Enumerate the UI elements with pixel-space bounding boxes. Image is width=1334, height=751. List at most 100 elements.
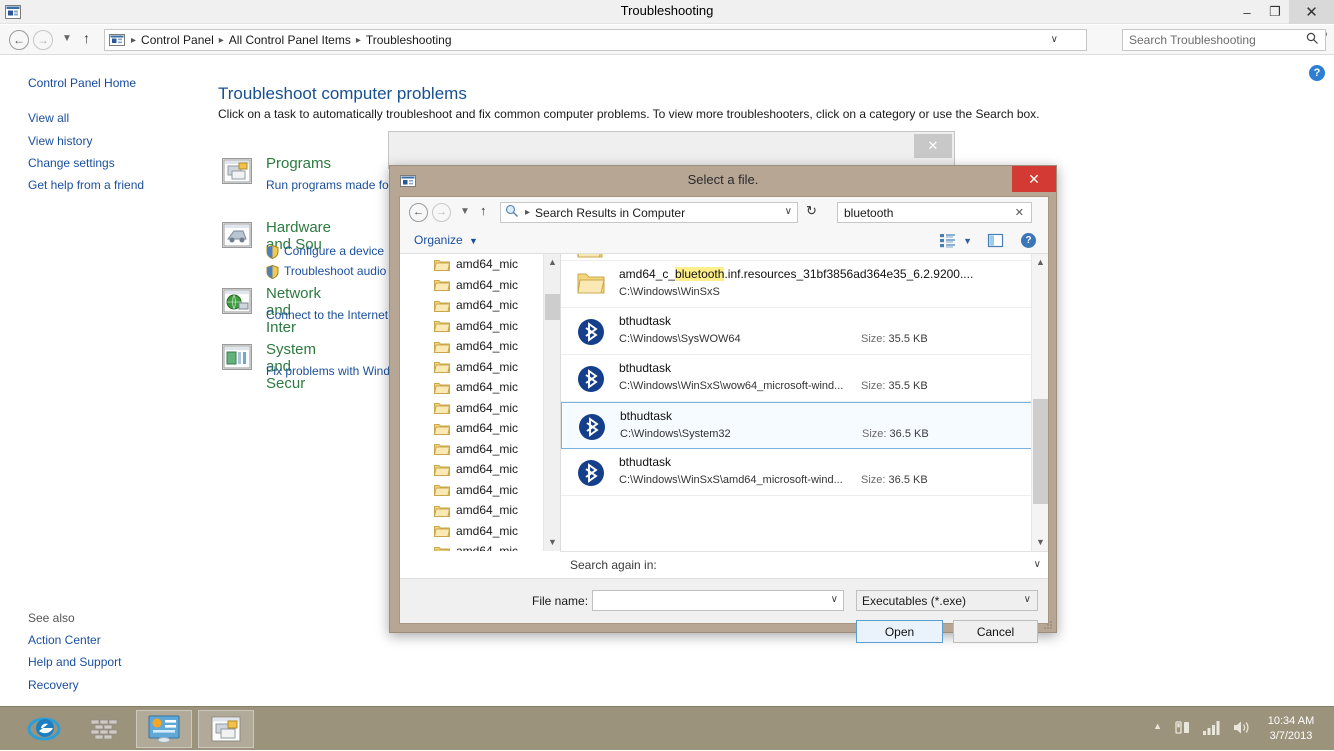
- scrollbar-thumb[interactable]: [545, 294, 560, 320]
- dialog-up-button[interactable]: ↑: [480, 203, 487, 218]
- tree-item[interactable]: amd64_mic: [400, 377, 560, 398]
- cancel-button[interactable]: Cancel: [953, 620, 1038, 643]
- maximize-button[interactable]: ❐: [1261, 0, 1289, 24]
- network-icon[interactable]: [1175, 720, 1191, 738]
- tree-item[interactable]: amd64_mic: [400, 254, 560, 275]
- close-button[interactable]: ✕: [1289, 0, 1334, 24]
- system-security-icon: [222, 344, 252, 370]
- taskbar-item-control-panel[interactable]: [136, 710, 192, 748]
- minimize-button[interactable]: –: [1233, 0, 1261, 24]
- folder-icon: [433, 278, 451, 292]
- tree-item[interactable]: amd64_mic: [400, 439, 560, 460]
- tree-item[interactable]: amd64_mic: [400, 357, 560, 378]
- chevron-down-icon[interactable]: ∨: [785, 206, 792, 217]
- filename-input[interactable]: ∨: [592, 590, 844, 611]
- bluetooth-icon: [578, 413, 606, 441]
- dialog-back-button[interactable]: ←: [409, 203, 428, 222]
- up-button[interactable]: ↑: [83, 30, 90, 46]
- tree-item[interactable]: amd64_mic: [400, 418, 560, 439]
- tree-item[interactable]: amd64_mic: [400, 316, 560, 337]
- background-dialog-close-button[interactable]: ✕: [914, 134, 952, 158]
- address-bar[interactable]: ▸ Control Panel ▸ All Control Panel Item…: [104, 29, 1087, 51]
- dialog-navigation-tree[interactable]: amd64_mic amd64_mic amd64_mic amd64_mic …: [400, 254, 560, 551]
- list-item[interactable]: bthudtask C:\Windows\WinSxS\wow64_micros…: [561, 355, 1048, 402]
- chevron-down-icon[interactable]: ∨: [831, 594, 838, 605]
- list-item-selected[interactable]: bthudtask C:\Windows\System32 Size: 36.5…: [561, 402, 1048, 449]
- dialog-location-label[interactable]: Search Results in Computer: [533, 206, 687, 220]
- preview-pane-icon[interactable]: [987, 232, 1004, 252]
- dialog-help-icon[interactable]: ?: [1021, 233, 1036, 248]
- nav-get-help-from-friend[interactable]: Get help from a friend: [28, 178, 144, 192]
- tree-item[interactable]: amd64_mic: [400, 295, 560, 316]
- list-item[interactable]: C:\Windows\WinSxS: [561, 254, 1048, 261]
- list-item[interactable]: amd64_c_bluetooth.inf.resources_31bf3856…: [561, 261, 1048, 308]
- tree-item[interactable]: amd64_mic: [400, 336, 560, 357]
- volume-icon[interactable]: [1233, 720, 1250, 738]
- tree-item[interactable]: amd64_mic: [400, 500, 560, 521]
- nav-view-all[interactable]: View all: [28, 111, 69, 125]
- nav-action-center[interactable]: Action Center: [28, 633, 101, 647]
- filetype-select[interactable]: Executables (*.exe) ∨: [856, 590, 1038, 611]
- list-item[interactable]: bthudtask C:\Windows\SysWOW64 Size: 35.5…: [561, 308, 1048, 355]
- back-button[interactable]: ←: [9, 30, 29, 50]
- chevron-down-icon[interactable]: ∨: [1051, 34, 1058, 45]
- nav-view-history[interactable]: View history: [28, 134, 92, 148]
- organize-button[interactable]: Organize ▼: [414, 233, 478, 247]
- tree-item[interactable]: amd64_mic: [400, 275, 560, 296]
- resize-grip[interactable]: [1043, 620, 1053, 630]
- scrollbar-thumb[interactable]: [1033, 399, 1048, 504]
- nav-help-and-support[interactable]: Help and Support: [28, 655, 121, 669]
- nav-control-panel-home[interactable]: Control Panel Home: [28, 76, 136, 90]
- tree-item[interactable]: amd64_mic: [400, 459, 560, 480]
- task-configure-a-device[interactable]: Configure a device: [266, 244, 384, 260]
- tree-item[interactable]: amd64_mic: [400, 398, 560, 419]
- search-input[interactable]: Search Troubleshooting: [1122, 29, 1326, 51]
- clock[interactable]: 10:34 AM 3/7/2013: [1258, 714, 1324, 744]
- forward-button[interactable]: →: [33, 30, 53, 50]
- dialog-refresh-icon[interactable]: ↻: [806, 203, 817, 219]
- open-button[interactable]: Open: [856, 620, 943, 643]
- breadcrumb-item-troubleshooting[interactable]: Troubleshooting: [364, 33, 454, 47]
- scroll-down-icon[interactable]: ▼: [544, 534, 561, 551]
- breadcrumb-item-control-panel[interactable]: Control Panel: [139, 33, 216, 47]
- tree-item[interactable]: amd64_mic: [400, 541, 560, 551]
- category-subtitle[interactable]: Run programs made fo: [266, 178, 389, 192]
- scroll-up-icon[interactable]: ▲: [1032, 254, 1049, 271]
- taskbar-item-internet-explorer[interactable]: [16, 710, 72, 748]
- category-subtitle[interactable]: Fix problems with Wind: [266, 364, 390, 378]
- nav-change-settings[interactable]: Change settings: [28, 156, 115, 170]
- clear-search-icon[interactable]: ✕: [1015, 206, 1024, 219]
- category-subtitle[interactable]: Connect to the Internet: [266, 308, 388, 322]
- dialog-search-input[interactable]: bluetooth ✕: [837, 202, 1032, 223]
- nav-recovery[interactable]: Recovery: [28, 678, 79, 692]
- chevron-down-icon[interactable]: ∨: [1034, 559, 1041, 570]
- recent-locations-button[interactable]: ▼: [62, 33, 72, 44]
- category-title[interactable]: Programs: [266, 155, 331, 172]
- signal-icon[interactable]: [1203, 720, 1221, 738]
- scroll-up-icon[interactable]: ▲: [544, 254, 561, 271]
- dialog-address-bar[interactable]: ▸ Search Results in Computer ∨: [500, 202, 798, 223]
- breadcrumb-item-all-items[interactable]: All Control Panel Items: [227, 33, 353, 47]
- results-scrollbar[interactable]: ▲ ▼: [1031, 254, 1048, 551]
- search-again-in-bar[interactable]: Search again in: ∨: [560, 551, 1048, 577]
- taskbar-item-firewall[interactable]: [76, 710, 132, 748]
- tree-item[interactable]: amd64_mic: [400, 480, 560, 501]
- show-hidden-icons-icon[interactable]: ▲: [1153, 721, 1162, 731]
- taskbar-item-troubleshooting[interactable]: [198, 710, 254, 748]
- tree-item[interactable]: amd64_mic: [400, 521, 560, 542]
- dialog-close-button[interactable]: ✕: [1012, 166, 1056, 192]
- tree-item-label: amd64_mic: [456, 503, 519, 518]
- list-item-size: Size: 36.5 KB: [862, 428, 929, 440]
- scroll-down-icon[interactable]: ▼: [1032, 534, 1049, 551]
- view-list-icon[interactable]: [939, 232, 956, 252]
- view-options-caret-icon[interactable]: ▼: [963, 236, 972, 246]
- breadcrumb-separator: ▸: [525, 207, 531, 218]
- dialog-recent-locations-button[interactable]: ▼: [460, 206, 470, 217]
- tree-scrollbar[interactable]: ▲ ▼: [543, 254, 560, 551]
- folder-icon: [433, 258, 451, 271]
- task-troubleshoot-audio[interactable]: Troubleshoot audio: [266, 264, 386, 280]
- list-item[interactable]: bthudtask C:\Windows\WinSxS\amd64_micros…: [561, 449, 1048, 496]
- search-results-list[interactable]: C:\Windows\WinSxS amd64_c_bluetooth.inf.…: [560, 254, 1048, 551]
- dialog-forward-button[interactable]: →: [432, 203, 451, 222]
- tree-item-label: amd64_mic: [456, 380, 519, 395]
